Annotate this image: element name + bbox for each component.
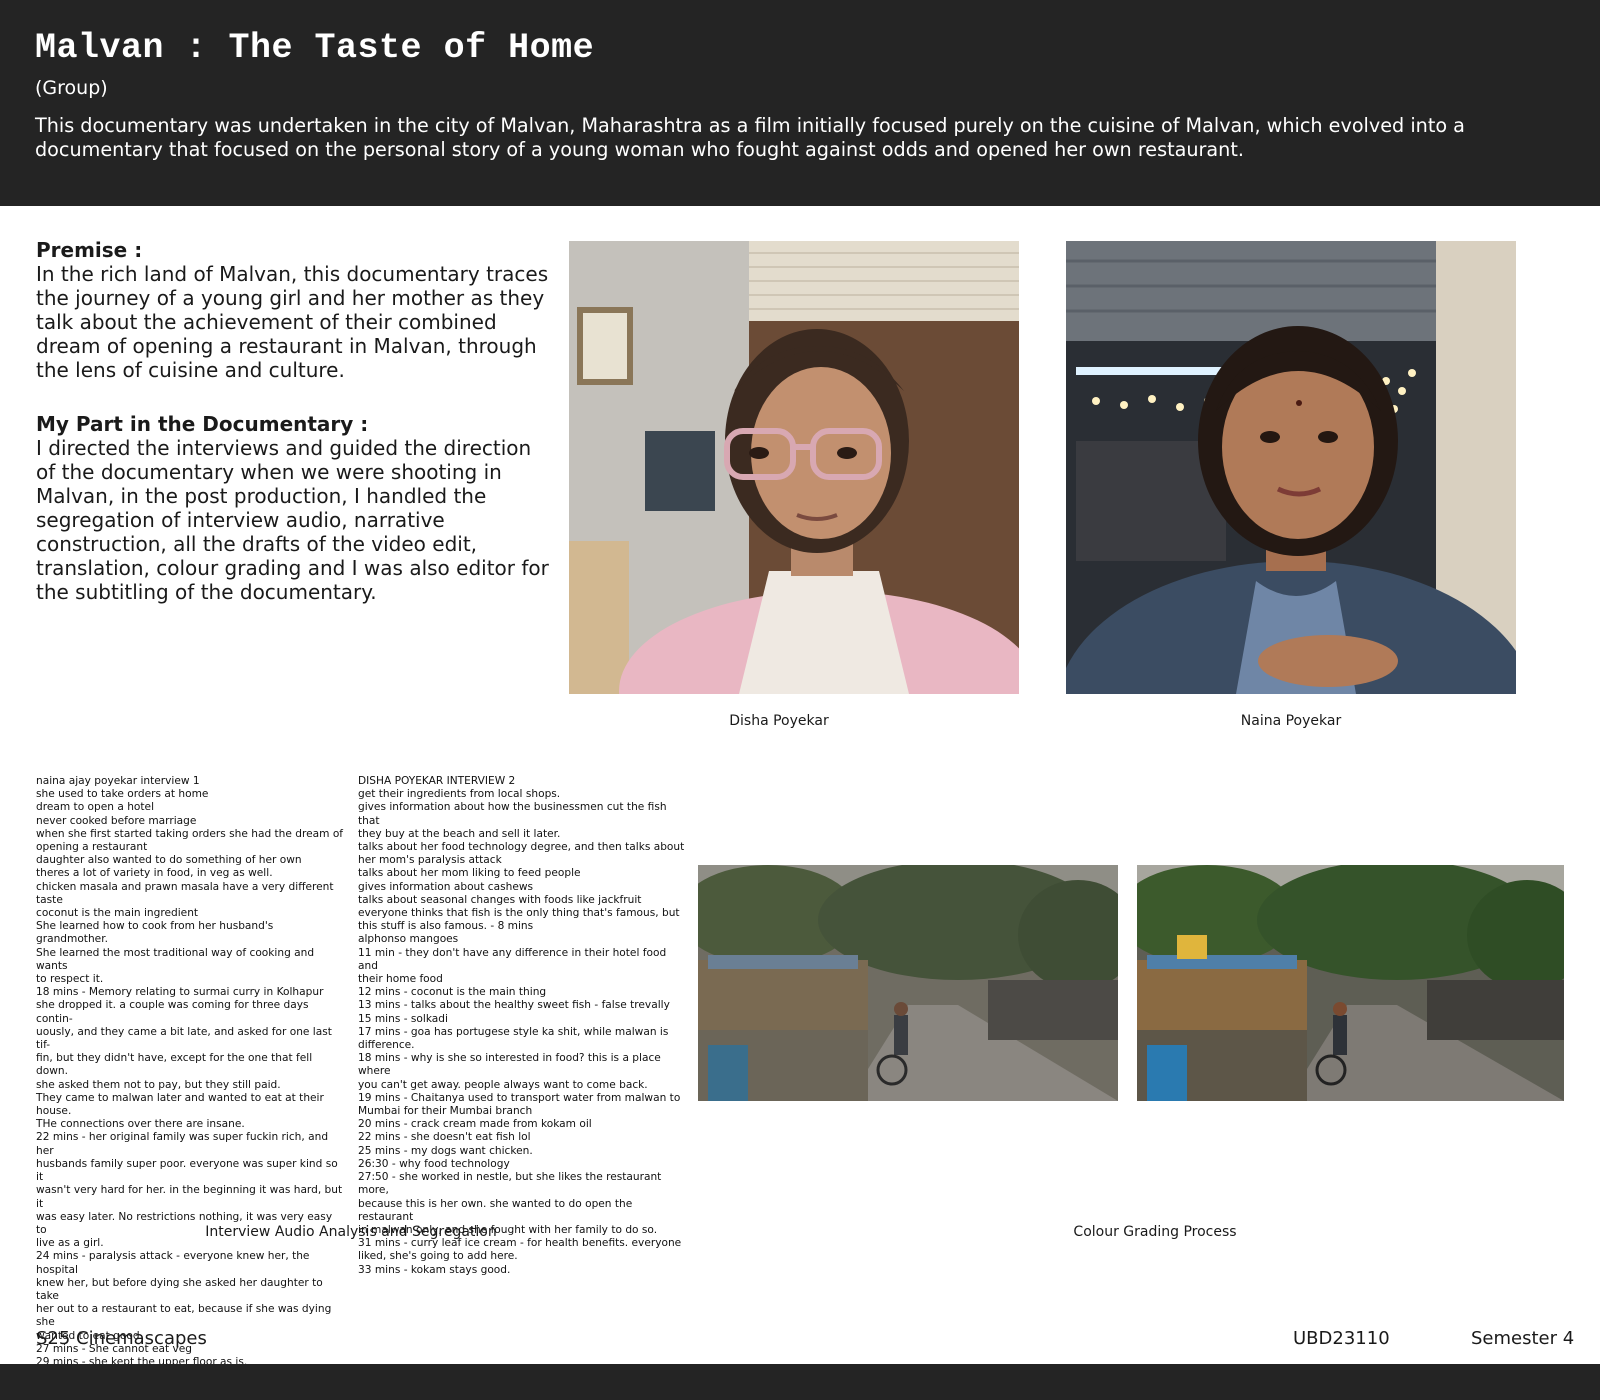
note-line: her out to a restaurant to eat, because … — [36, 1303, 332, 1329]
note-line: fin, but they didn't have, except for th… — [36, 1052, 313, 1078]
note-line: 33 mins - kokam stays good. — [358, 1263, 511, 1276]
note-line: THe connections over there are insane. — [36, 1118, 245, 1131]
note-line: 24 mins - paralysis attack - everyone kn… — [36, 1250, 310, 1276]
note-line: 19 mins - Chaitanya used to transport wa… — [358, 1091, 681, 1104]
my-part-heading: My Part in the Documentary : — [36, 412, 369, 436]
photo-disha-poyekar — [569, 241, 1019, 694]
note-line: she used to take orders at home — [36, 788, 209, 801]
note-line: their home food — [358, 973, 443, 986]
note-line: husbands family super poor. everyone was… — [36, 1157, 338, 1184]
note-line: because this is her own. she wanted to d… — [358, 1197, 633, 1223]
note-line: talks about seasonal changes with foods … — [358, 893, 642, 906]
caption-disha: Disha Poyekar — [729, 713, 829, 729]
note-line: chicken masala and prawn masala have a v… — [36, 880, 334, 893]
bottom-bar — [0, 1364, 1600, 1400]
note-line: 17 mins - goa has portugese style ka shi… — [358, 1025, 669, 1038]
page-subtitle: (Group) — [35, 77, 108, 99]
colour-grading-after-still — [1137, 865, 1564, 1101]
note-line: gives information about how the business… — [358, 801, 667, 827]
note-line: wasn't very hard for her. in the beginni… — [36, 1184, 343, 1210]
page-title: Malvan : The Taste of Home — [35, 28, 595, 68]
note-line: gives information about cashews — [358, 880, 534, 893]
premise-section: Premise : In the rich land of Malvan, th… — [36, 238, 556, 382]
footer-course: S25 Cinemascapes — [36, 1328, 207, 1349]
premise-heading: Premise : — [36, 238, 143, 262]
note-line: talks about her food technology degree, … — [358, 841, 685, 854]
note-line: her mom's paralysis attack — [358, 854, 502, 867]
note-line: 18 mins - Memory relating to surmai curr… — [36, 986, 324, 999]
caption-naina: Naina Poyekar — [1240, 713, 1342, 729]
note-line: 13 mins - talks about the healthy sweet … — [358, 999, 670, 1012]
footer-student-id: UBD23110 — [1293, 1328, 1390, 1349]
page-description: This documentary was undertaken in the c… — [35, 114, 1465, 161]
note-line: She learned the most traditional way of … — [36, 946, 315, 972]
footer-semester: Semester 4 — [1471, 1328, 1575, 1349]
interview-notes-disha: DISHA POYEKAR INTERVIEW 2 get their ingr… — [358, 775, 688, 1277]
photo-naina-poyekar — [1066, 241, 1516, 694]
note-line: 20 mins - crack cream made from kokam oi… — [358, 1118, 592, 1131]
note-line: difference. — [358, 1039, 415, 1052]
note-line: 27:50 - she worked in nestle, but she li… — [358, 1171, 662, 1197]
note-line: DISHA POYEKAR INTERVIEW 2 — [358, 775, 516, 787]
note-line: 18 mins - why is she so interested in fo… — [358, 1052, 661, 1078]
note-line: 15 mins - solkadi — [358, 1012, 448, 1025]
note-line: She learned how to cook from her husband… — [36, 920, 274, 946]
note-line: everyone thinks that fish is the only th… — [358, 907, 680, 920]
note-line: daughter also wanted to do something of … — [36, 854, 302, 867]
note-line: Mumbai for their Mumbai branch — [358, 1105, 533, 1118]
note-line: 22 mins - her original family was super … — [36, 1131, 329, 1157]
note-line: opening a restaurant — [36, 841, 148, 854]
note-line: never cooked before marriage — [36, 814, 197, 827]
note-line: 25 mins - my dogs want chicken. — [358, 1144, 533, 1157]
interview-notes-naina: naina ajay poyekar interview 1 she used … — [36, 775, 346, 1369]
note-line: alphonso mangoes — [358, 933, 459, 946]
note-line: house. — [36, 1105, 72, 1118]
note-line: They came to malwan later and wanted to … — [36, 1091, 324, 1104]
note-line: theres a lot of variety in food, in veg … — [36, 867, 273, 880]
note-line: talks about her mom liking to feed peopl… — [358, 867, 581, 880]
colour-grading-before-still — [698, 865, 1118, 1101]
note-line: to respect it. — [36, 973, 104, 986]
note-line: when she first started taking orders she… — [36, 827, 344, 840]
note-line: she dropped it. a couple was coming for … — [36, 999, 309, 1025]
note-line: naina ajay poyekar interview 1 — [36, 775, 200, 787]
note-line: uously, and they came a bit late, and as… — [36, 1025, 332, 1052]
note-line: 26:30 - why food technology — [358, 1157, 510, 1170]
my-part-text: I directed the interviews and guided the… — [36, 436, 549, 604]
project-text: Premise : In the rich land of Malvan, th… — [36, 238, 556, 604]
caption-audio-analysis: Interview Audio Analysis and Segregation — [205, 1224, 497, 1240]
premise-text: In the rich land of Malvan, this documen… — [36, 262, 549, 382]
note-line: liked, she's going to add here. — [358, 1250, 518, 1263]
note-line: this stuff is also famous. - 8 mins — [358, 920, 534, 933]
note-line: 22 mins - she doesn't eat fish lol — [358, 1131, 531, 1144]
note-line: taste — [36, 893, 63, 906]
note-line: 11 min - they don't have any difference … — [358, 946, 667, 972]
caption-colour-grading: Colour Grading Process — [1073, 1224, 1237, 1240]
note-line: 12 mins - coconut is the main thing — [358, 986, 547, 999]
note-line: coconut is the main ingredient — [36, 907, 199, 920]
note-line: they buy at the beach and sell it later. — [358, 827, 561, 840]
note-line: knew her, but before dying she asked her… — [36, 1276, 323, 1302]
header-banner: Malvan : The Taste of Home (Group) This … — [0, 0, 1600, 206]
my-part-section: My Part in the Documentary : I directed … — [36, 412, 556, 604]
note-line: you can't get away. people always want t… — [358, 1078, 648, 1091]
note-line: she asked them not to pay, but they stil… — [36, 1078, 281, 1091]
note-line: get their ingredients from local shops. — [358, 788, 561, 801]
note-line: dream to open a hotel — [36, 801, 155, 814]
